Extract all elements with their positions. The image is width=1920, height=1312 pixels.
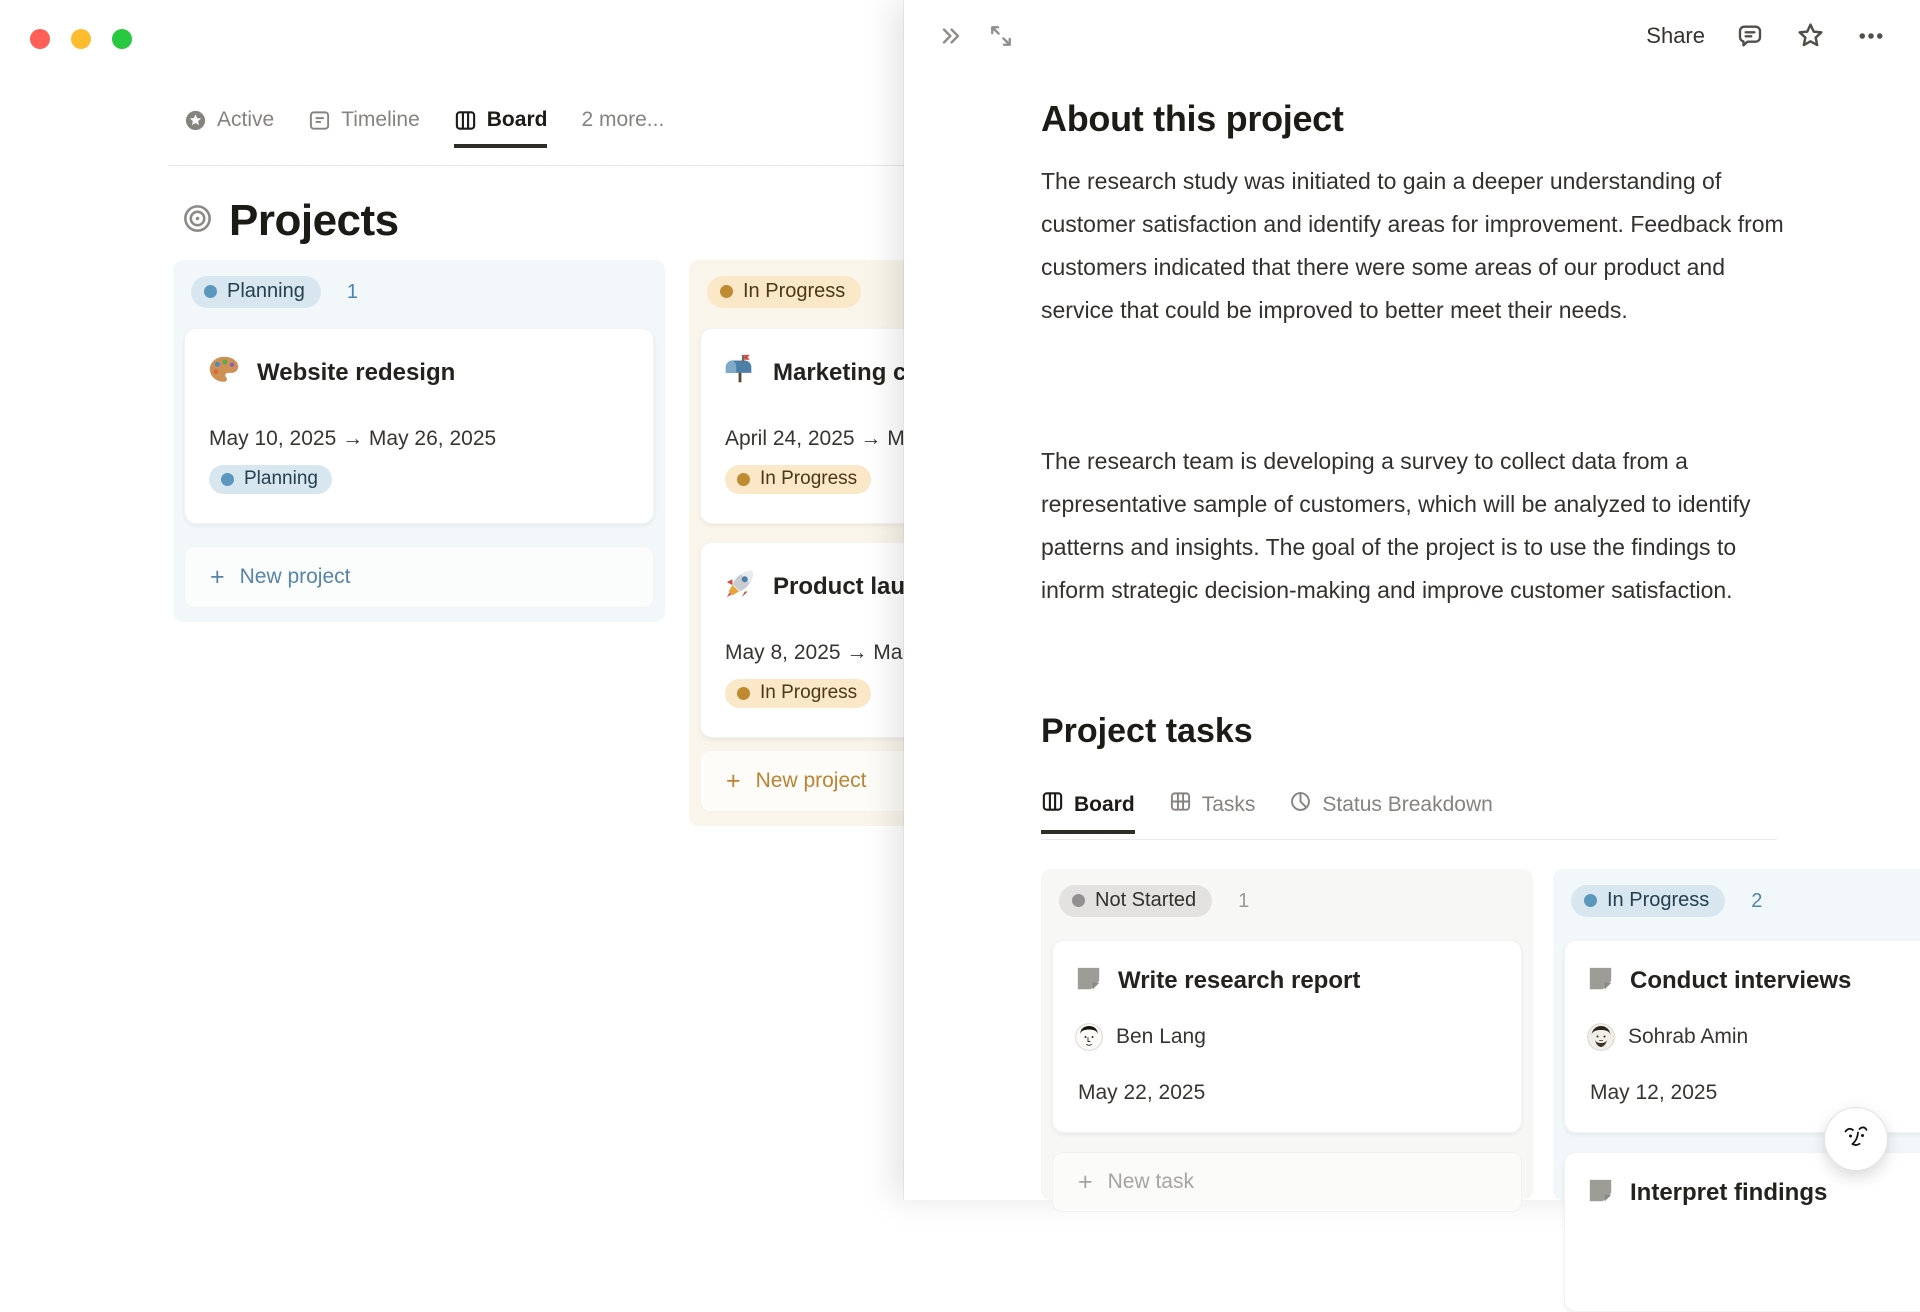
assignee-avatar xyxy=(1587,1023,1615,1051)
column-header: In Progress 2 xyxy=(1553,869,1920,917)
tab-label: Timeline xyxy=(341,108,420,131)
page-title: Projects xyxy=(182,196,399,246)
page-title-text: Projects xyxy=(229,196,399,245)
zoom-window-button[interactable] xyxy=(112,29,132,49)
open-full-page-icon[interactable] xyxy=(987,22,1015,50)
status-dot xyxy=(737,686,750,700)
pie-chart-icon xyxy=(1289,790,1312,819)
card-title: Website redesign xyxy=(257,358,456,386)
column-header: Not Started 1 xyxy=(1041,869,1533,917)
mailbox-icon xyxy=(723,353,757,392)
rocket-icon xyxy=(723,567,757,606)
task-page-icon xyxy=(1587,1177,1614,1209)
peek-panel: Share About this project The research st… xyxy=(904,0,1920,1312)
column-count: 2 xyxy=(1751,889,1763,912)
task-card-conduct-interviews[interactable]: Conduct interviews Sohrab Amin May 12, 2… xyxy=(1564,940,1920,1133)
card-date-range: April 24, 2025 → M xyxy=(725,427,905,450)
ai-face-icon xyxy=(1838,1119,1874,1160)
task-column-not-started: Not Started 1 Write research report Ben … xyxy=(1041,869,1533,1212)
tab-task-board[interactable]: Board xyxy=(1041,790,1135,834)
assignee-name: Sohrab Amin xyxy=(1628,1025,1749,1048)
close-window-button[interactable] xyxy=(30,29,50,49)
peek-toolbar-left xyxy=(937,22,1015,50)
about-heading: About this project xyxy=(1041,98,1344,139)
task-card-interpret-findings[interactable]: Interpret findings xyxy=(1564,1152,1920,1312)
card-status-tag: Planning xyxy=(209,465,332,494)
task-view-tabs: Board Tasks Status Breakdown xyxy=(1041,790,1493,834)
plus-icon: + xyxy=(210,562,225,591)
task-page-icon xyxy=(1075,965,1102,997)
card-assignee: Sohrab Amin xyxy=(1587,1023,1748,1051)
status-dot xyxy=(221,472,234,486)
board-icon xyxy=(1041,790,1064,819)
assignee-avatar xyxy=(1075,1023,1103,1051)
table-icon xyxy=(1169,790,1192,819)
board-column-planning: Planning 1 Website redesign May 10, 2025… xyxy=(173,260,665,622)
about-paragraph-1: The research study was initiated to gain… xyxy=(1041,168,1784,323)
favorite-star-icon[interactable] xyxy=(1795,20,1826,51)
status-pill-in-progress[interactable]: In Progress xyxy=(1571,885,1726,917)
timeline-icon xyxy=(308,109,331,132)
about-paragraph-2: The research team is developing a survey… xyxy=(1041,448,1751,603)
card-status-tag: In Progress xyxy=(725,465,872,494)
view-tabs: Active Timeline Board 2 more... xyxy=(184,108,664,148)
window-controls xyxy=(30,29,132,49)
status-dot xyxy=(204,285,217,298)
board-icon xyxy=(454,109,477,132)
notion-ai-button[interactable] xyxy=(1824,1107,1888,1171)
status-pill-not-started[interactable]: Not Started xyxy=(1059,885,1213,917)
tab-board-view[interactable]: Board xyxy=(453,108,548,148)
tab-label: 2 more... xyxy=(581,108,665,131)
status-dot xyxy=(1072,894,1085,907)
target-icon xyxy=(182,203,213,239)
plus-icon: + xyxy=(1078,1167,1093,1196)
more-options-icon[interactable] xyxy=(1856,21,1886,51)
tab-task-table[interactable]: Tasks xyxy=(1169,790,1255,834)
status-pill-in-progress[interactable]: In Progress xyxy=(707,276,862,308)
status-dot xyxy=(737,472,750,486)
tab-active-view[interactable]: Active xyxy=(184,108,274,148)
tab-timeline-view[interactable]: Timeline xyxy=(308,108,420,148)
status-dot xyxy=(1584,894,1597,907)
tab-label: Active xyxy=(217,108,275,131)
card-status-tag: In Progress xyxy=(725,679,872,708)
tab-more-views[interactable]: 2 more... xyxy=(581,108,664,148)
tab-label: Board xyxy=(486,108,548,131)
new-task-button[interactable]: + New task xyxy=(1052,1152,1522,1212)
tasks-heading: Project tasks xyxy=(1041,712,1253,750)
column-count: 1 xyxy=(346,280,358,303)
card-due-date: May 22, 2025 xyxy=(1078,1081,1206,1104)
peek-toolbar-right: Share xyxy=(1646,20,1886,51)
column-header: Planning 1 xyxy=(173,260,665,308)
card-date-range: May 10, 2025 → May 26, 2025 xyxy=(209,427,497,450)
palette-icon xyxy=(207,353,241,392)
task-page-icon xyxy=(1587,965,1614,997)
project-card-website-redesign[interactable]: Website redesign May 10, 2025 → May 26, … xyxy=(184,328,654,524)
card-assignee: Ben Lang xyxy=(1075,1023,1206,1051)
status-pill-planning[interactable]: Planning xyxy=(191,276,321,308)
assignee-name: Ben Lang xyxy=(1116,1025,1206,1048)
star-circle-icon xyxy=(184,109,207,132)
card-title: Interpret findings xyxy=(1630,1179,1828,1206)
card-date-range: May 8, 2025 → Ma xyxy=(725,641,903,664)
new-project-button[interactable]: + New project xyxy=(184,546,654,608)
minimize-window-button[interactable] xyxy=(71,29,91,49)
card-title: Conduct interviews xyxy=(1630,967,1852,994)
card-title: Write research report xyxy=(1118,967,1361,994)
comments-icon[interactable] xyxy=(1735,21,1765,51)
close-peek-chevrons-icon[interactable] xyxy=(937,22,965,50)
status-dot xyxy=(720,285,733,298)
card-title: Product lau xyxy=(773,572,906,600)
task-card-write-research-report[interactable]: Write research report Ben Lang May 22, 2… xyxy=(1052,940,1522,1133)
column-count: 1 xyxy=(1238,889,1250,912)
task-tabs-divider xyxy=(1041,839,1777,840)
tab-status-breakdown[interactable]: Status Breakdown xyxy=(1289,790,1493,834)
share-button[interactable]: Share xyxy=(1646,23,1705,49)
card-due-date: May 12, 2025 xyxy=(1590,1081,1718,1104)
plus-icon: + xyxy=(726,766,741,795)
card-title: Marketing c xyxy=(773,358,907,386)
